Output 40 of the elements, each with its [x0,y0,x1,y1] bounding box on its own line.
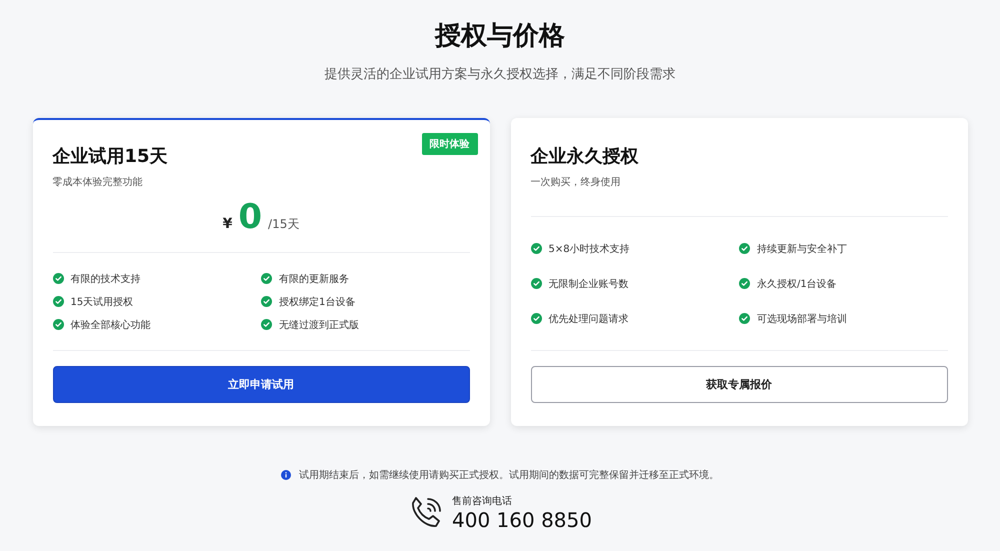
contact-label: 售前咨询电话 [452,494,514,508]
plan-badge: 限时体验 [422,133,478,155]
price-period: /15天 [268,216,300,233]
plan-title: 企业永久授权 [530,145,640,169]
price-amount: 0 [238,199,262,235]
feature-text: 永久授权/1台设备 [757,278,837,290]
feature-text: 可选现场部署与培训 [757,312,847,326]
feature-text: 体验全部核心功能 [70,318,150,332]
feature-text: 有限的更新服务 [279,272,349,286]
check-icon [52,319,64,330]
plan-button[interactable]: 立即申请试用 [52,366,470,403]
check-icon [530,313,542,324]
plan-button[interactable]: 获取专属报价 [530,366,948,403]
check-icon [530,243,542,254]
check-icon [261,273,272,284]
plan-subtitle: 一次购买，终身使用 [530,176,622,189]
feature-text: 无缝过渡到正式版 [279,318,359,332]
check-icon [52,296,64,307]
check-icon [739,313,750,324]
phone-number: 400 160 8850 [452,508,592,532]
check-icon [261,319,272,330]
feature-text: 无限制企业账号数 [548,278,628,290]
plan-subtitle: 零成本体验完整功能 [52,176,144,189]
feature-text: 优先处理问题请求 [548,312,628,326]
feature-text: 5×8小时技术支持 [548,242,630,256]
currency-symbol: ¥ [222,216,232,232]
notice-text: 试用期结束后，如需继续使用请购买正式授权。试用期间的数据可完整保留并迁移至正式环境。 [299,468,719,482]
feature-text: 有限的技术支持 [70,272,140,286]
check-icon [52,273,64,284]
check-icon [261,296,272,307]
page-subtitle: 提供灵活的企业试用方案与永久授权选择，满足不同阶段需求 [324,66,676,83]
check-icon [739,243,750,254]
feature-text: 15天试用授权 [70,296,134,308]
feature-text: 授权绑定1台设备 [279,296,356,308]
check-icon [530,278,542,289]
info-icon [281,470,291,480]
check-icon [739,278,750,289]
feature-text: 持续更新与安全补丁 [757,242,847,256]
page-title: 授权与价格 [435,20,565,52]
plan-title: 企业试用15天 [52,145,169,169]
